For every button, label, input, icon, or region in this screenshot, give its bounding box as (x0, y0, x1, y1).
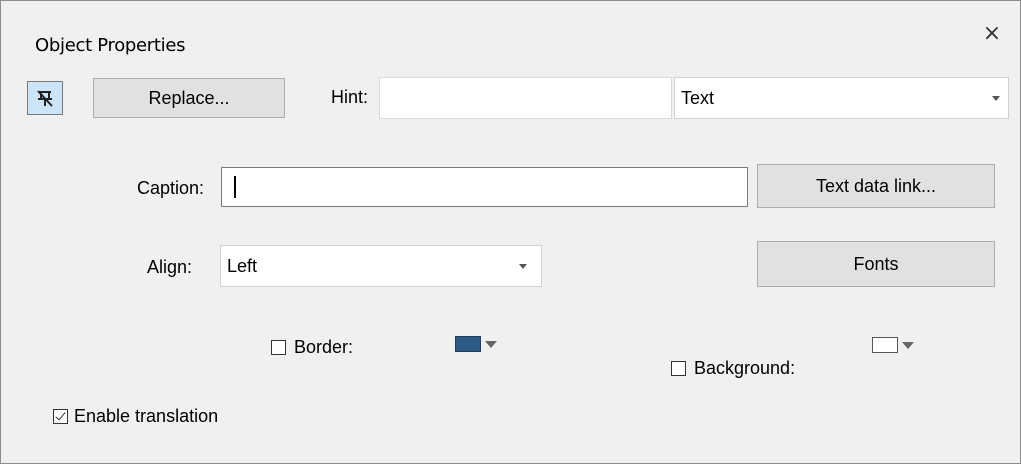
text-cursor (234, 176, 236, 198)
close-icon[interactable]: × (977, 19, 1007, 49)
chevron-down-icon (519, 264, 527, 269)
enable-translation-group[interactable]: Enable translation (53, 406, 218, 427)
type-select-value: Text (681, 87, 715, 108)
border-checkbox-group[interactable]: Border: (271, 337, 353, 358)
background-color-picker[interactable] (861, 328, 931, 362)
caption-input[interactable] (221, 167, 748, 207)
fonts-button[interactable]: Fonts (757, 241, 995, 287)
type-select[interactable]: Text (674, 77, 1009, 119)
background-label: Background: (694, 358, 796, 378)
enable-translation-label: Enable translation (74, 406, 219, 426)
chevron-down-icon (992, 96, 1000, 101)
align-select-value: Left (227, 255, 258, 276)
hint-input[interactable] (379, 77, 672, 119)
border-color-swatch (455, 336, 481, 352)
text-data-link-button[interactable]: Text data link... (757, 164, 995, 208)
pin-off-icon (37, 90, 53, 107)
enable-translation-checkbox[interactable] (53, 409, 68, 424)
border-checkbox[interactable] (271, 340, 286, 355)
chevron-down-icon (485, 340, 497, 348)
background-checkbox-group[interactable]: Background: (671, 358, 795, 379)
hint-label: Hint: (331, 87, 369, 107)
object-properties-dialog: Object Properties × Replace... Hint: Tex… (0, 0, 1021, 464)
chevron-down-icon (902, 341, 914, 349)
pin-button[interactable] (27, 81, 63, 115)
dialog-title: Object Properties (35, 35, 186, 56)
replace-button[interactable]: Replace... (93, 78, 285, 118)
caption-label: Caption: (137, 178, 205, 198)
border-label: Border: (294, 337, 354, 357)
background-checkbox[interactable] (671, 361, 686, 376)
align-select[interactable]: Left (220, 245, 542, 287)
align-label: Align: (147, 257, 193, 277)
border-color-picker[interactable] (444, 326, 499, 362)
background-color-swatch (872, 337, 898, 353)
